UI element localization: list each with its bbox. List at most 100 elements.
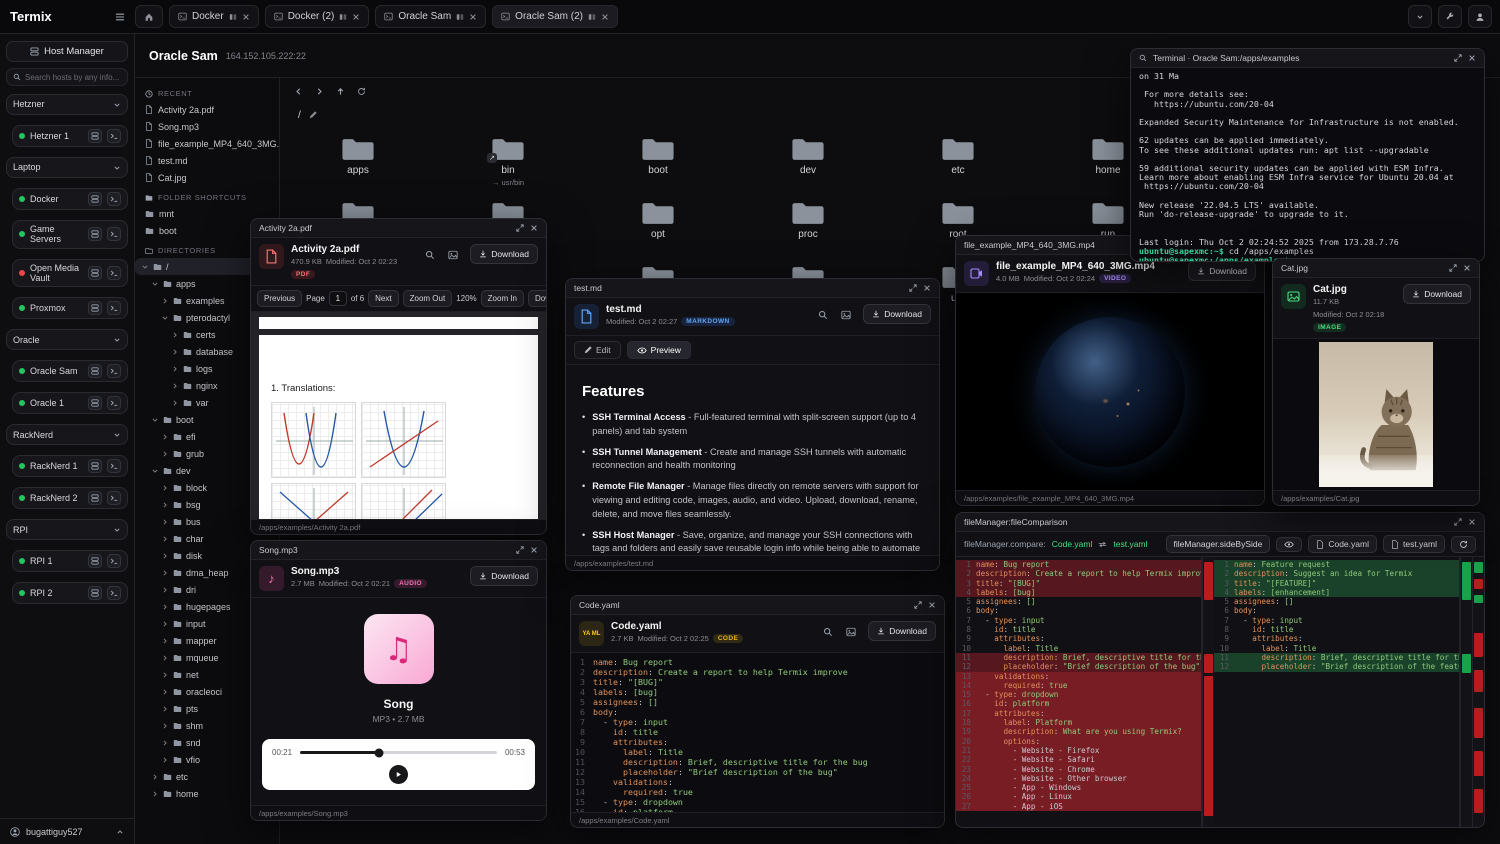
preview-icon[interactable]: [843, 624, 859, 640]
diff-scroll-minimap[interactable]: [1472, 557, 1484, 827]
expand-icon[interactable]: [1454, 54, 1462, 62]
tab-oracle-sam[interactable]: Oracle Sam: [375, 5, 486, 28]
chevron-right-icon[interactable]: [161, 535, 169, 543]
chevron-down-icon[interactable]: [113, 336, 121, 344]
chevron-right-icon[interactable]: [161, 637, 169, 645]
search-icon[interactable]: [820, 624, 836, 640]
connect-terminal-button[interactable]: [107, 554, 121, 568]
open-left-file-button[interactable]: Code.yaml: [1308, 535, 1377, 553]
close-icon[interactable]: [530, 224, 538, 232]
menu-icon[interactable]: [115, 12, 125, 22]
chevron-down-icon[interactable]: [141, 263, 149, 271]
next-page-button[interactable]: Next: [368, 290, 398, 307]
diff-right-minimap[interactable]: [1460, 557, 1472, 827]
chevron-right-icon[interactable]: [171, 399, 179, 407]
host-item-rpi-1[interactable]: RPI 1: [12, 550, 128, 572]
window-titlebar[interactable]: fileManager:fileComparison: [956, 513, 1484, 532]
zoom-out-button[interactable]: Zoom Out: [403, 290, 453, 307]
chevron-right-icon[interactable]: [161, 518, 169, 526]
host-item-racknerd-2[interactable]: RackNerd 2: [12, 487, 128, 509]
refresh-comparison-button[interactable]: [1451, 536, 1476, 553]
window-titlebar[interactable]: Code.yaml: [571, 596, 944, 615]
page-input[interactable]: [329, 291, 347, 306]
expand-icon[interactable]: [516, 224, 524, 232]
host-item-racknerd-1[interactable]: RackNerd 1: [12, 455, 128, 477]
connect-file-manager-button[interactable]: [88, 491, 102, 505]
connect-terminal-button[interactable]: [107, 129, 121, 143]
chevron-right-icon[interactable]: [161, 501, 169, 509]
chevron-right-icon[interactable]: [161, 450, 169, 458]
side-by-side-toggle[interactable]: fileManager.sideBySide: [1166, 535, 1271, 553]
tab-docker[interactable]: Docker: [169, 5, 259, 28]
split-icon[interactable]: [588, 13, 596, 21]
chevron-right-icon[interactable]: [161, 620, 169, 628]
panel-dropdown-button[interactable]: [1408, 5, 1432, 28]
chevron-right-icon[interactable]: [161, 603, 169, 611]
host-group-oracle[interactable]: Oracle: [6, 329, 128, 350]
download-button[interactable]: Download: [1403, 284, 1471, 304]
chevron-right-icon[interactable]: [161, 484, 169, 492]
search-icon[interactable]: [1139, 54, 1147, 62]
search-icon[interactable]: [422, 247, 438, 263]
chevron-right-icon[interactable]: [161, 297, 169, 305]
code-editor[interactable]: 1name: Bug report2description: Create a …: [571, 653, 944, 812]
download-button[interactable]: Download: [470, 566, 538, 586]
refresh-icon[interactable]: [357, 87, 366, 96]
host-item-hetzner-1[interactable]: Hetzner 1: [12, 125, 128, 147]
recent-item-test-md[interactable]: test.md: [135, 152, 279, 169]
host-group-hetzner[interactable]: Hetzner: [6, 94, 128, 115]
forward-icon[interactable]: [315, 87, 324, 96]
host-manager-button[interactable]: Host Manager: [6, 41, 128, 62]
connect-file-manager-button[interactable]: [88, 459, 102, 473]
connect-terminal-button[interactable]: [107, 266, 121, 280]
chevron-down-icon[interactable]: [151, 280, 159, 288]
edit-path-icon[interactable]: [309, 111, 317, 119]
download-button[interactable]: Download: [868, 621, 936, 641]
pdf-download-button[interactable]: Download: [528, 290, 546, 307]
host-item-docker[interactable]: Docker: [12, 188, 128, 210]
up-icon[interactable]: [336, 87, 345, 96]
chevron-right-icon[interactable]: [161, 671, 169, 679]
pdf-page-view[interactable]: 1. Translations:: [251, 312, 546, 519]
tab-home[interactable]: [135, 5, 163, 28]
tab-edit[interactable]: Edit: [574, 341, 621, 359]
account-row[interactable]: bugattiguy527: [0, 818, 134, 844]
close-icon[interactable]: [530, 546, 538, 554]
chevron-down-icon[interactable]: [113, 431, 121, 439]
recent-item-file-example-mp4-640-3mg[interactable]: file_example_MP4_640_3MG...: [135, 135, 279, 152]
connect-terminal-button[interactable]: [107, 364, 121, 378]
connect-terminal-button[interactable]: [107, 227, 121, 241]
host-item-proxmox[interactable]: Proxmox: [12, 297, 128, 319]
host-item-game-servers[interactable]: Game Servers: [12, 220, 128, 249]
close-icon[interactable]: [1463, 264, 1471, 272]
host-group-laptop[interactable]: Laptop: [6, 157, 128, 178]
connect-file-manager-button[interactable]: [88, 266, 102, 280]
chevron-right-icon[interactable]: [161, 756, 169, 764]
expand-icon[interactable]: [516, 546, 524, 554]
recent-item-song-mp3[interactable]: Song.mp3: [135, 118, 279, 135]
tab-preview[interactable]: Preview: [627, 341, 691, 359]
close-icon[interactable]: [469, 13, 477, 21]
file-item-apps[interactable]: apps: [283, 136, 433, 200]
chevron-right-icon[interactable]: [161, 722, 169, 730]
expand-icon[interactable]: [909, 284, 917, 292]
diff-right-pane[interactable]: 1name: Feature request2description: Sugg…: [1214, 557, 1460, 827]
chevron-right-icon[interactable]: [161, 739, 169, 747]
chevron-right-icon[interactable]: [161, 569, 169, 577]
user-button[interactable]: [1468, 5, 1492, 28]
connect-terminal-button[interactable]: [107, 586, 121, 600]
video-frame[interactable]: [956, 293, 1264, 490]
file-item-proc[interactable]: proc: [733, 200, 883, 264]
chevron-right-icon[interactable]: [161, 433, 169, 441]
chevron-right-icon[interactable]: [171, 382, 179, 390]
file-item-dev[interactable]: dev: [733, 136, 883, 200]
chevron-down-icon[interactable]: [151, 467, 159, 475]
window-titlebar[interactable]: Cat.jpg: [1273, 259, 1479, 278]
open-right-file-button[interactable]: test.yaml: [1383, 535, 1445, 553]
chevron-right-icon[interactable]: [151, 773, 159, 781]
preview-icon[interactable]: [445, 247, 461, 263]
file-item-bin[interactable]: ↗bin→ usr/bin: [433, 136, 583, 200]
seek-slider[interactable]: [300, 751, 497, 754]
expand-icon[interactable]: [914, 601, 922, 609]
split-icon[interactable]: [229, 13, 237, 21]
